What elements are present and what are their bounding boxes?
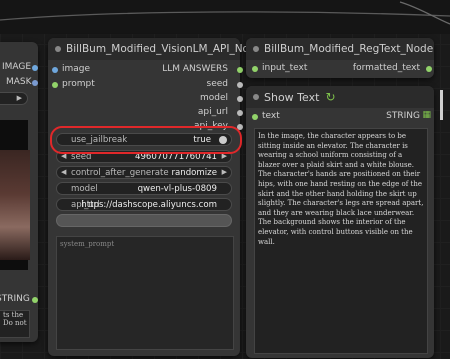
highlight-annotation <box>50 126 242 154</box>
output-label-model: model <box>199 93 228 103</box>
control-after-generate-select[interactable]: ◀ control_after_generate randomize ▶ <box>56 166 232 179</box>
input-label-image: image <box>62 64 91 74</box>
text-input-port[interactable] <box>252 114 258 120</box>
output-label-string: STRING <box>0 294 30 304</box>
left-text-snippet[interactable]: ts the Do not <box>0 310 30 338</box>
snippet-line: Do not <box>3 319 27 327</box>
regtext-node[interactable]: BillBum_Modified_RegText_Node input_text… <box>246 38 434 78</box>
string-output-port[interactable] <box>32 297 38 303</box>
snippet-line: ts the <box>3 311 24 319</box>
input-label-input-text: input_text <box>262 63 308 73</box>
show-text-output-area[interactable]: In the image, the character appears to b… <box>254 128 428 354</box>
image-input-port[interactable] <box>52 67 58 73</box>
show-text-content: In the image, the character appears to b… <box>258 132 424 246</box>
widget-value: randomize <box>171 167 217 178</box>
image-preview-content <box>0 150 30 260</box>
node-title-bar[interactable]: BillBum_Modified_RegText_Node <box>246 38 434 60</box>
image-output-port[interactable] <box>32 65 38 71</box>
grid-icon[interactable]: ▦ <box>422 110 431 120</box>
node-title-bar[interactable]: Show Text ↻ <box>246 86 434 108</box>
output-label-api-url: api_url <box>197 107 228 117</box>
input-label-prompt: prompt <box>62 79 95 89</box>
api-url-text-input[interactable]: api_url https://dashscope.aliyuncs.com <box>56 198 232 211</box>
node-collapse-dot[interactable] <box>55 46 61 52</box>
output-label-string: STRING <box>386 111 420 121</box>
node-title: BillBum_Modified_VisionLM_API_Node <box>66 43 263 55</box>
node-collapse-dot[interactable] <box>253 94 259 100</box>
left-arrow-icon[interactable]: ◀ <box>61 168 66 176</box>
output-label-image: IMAGE <box>2 62 32 72</box>
output-label-mask: MASK <box>6 77 32 87</box>
widget-value: https://dashscope.aliyuncs.com <box>81 199 217 210</box>
link-wire-top <box>0 1 450 25</box>
output-label-llm-answers: LLM ANSWERS <box>162 64 228 74</box>
api-key-password-input[interactable] <box>56 214 232 227</box>
mask-output-port[interactable] <box>32 80 38 86</box>
node-title: Show Text <box>264 90 320 104</box>
widget-label: control_after_generate <box>71 167 169 178</box>
node-collapse-dot[interactable] <box>253 46 259 52</box>
seed-output-port[interactable] <box>237 82 243 88</box>
vision-lm-api-node[interactable]: BillBum_Modified_VisionLM_API_Node image… <box>48 38 262 356</box>
left-node-selector[interactable]: ▶ <box>0 92 28 105</box>
show-text-node[interactable]: Show Text ↻ text STRING ▦ In the image, … <box>246 86 434 358</box>
output-label-seed: seed <box>206 79 228 89</box>
refresh-icon[interactable]: ↻ <box>325 90 335 104</box>
right-arrow-icon[interactable]: ▶ <box>222 168 227 176</box>
prompt-input-port[interactable] <box>52 82 58 88</box>
output-label-formatted-text: formatted_text <box>352 63 420 73</box>
system-prompt-textarea[interactable]: system_prompt <box>56 236 234 350</box>
formatted-text-output-port[interactable] <box>426 66 432 72</box>
left-load-image-node[interactable]: IMAGE MASK ▶ STRING ts the Do not <box>0 42 38 342</box>
model-output-port[interactable] <box>237 96 243 102</box>
widget-value: qwen-vl-plus-0809 <box>137 183 217 194</box>
system-prompt-placeholder: system_prompt <box>60 240 115 248</box>
image-preview <box>0 120 30 270</box>
node-title: BillBum_Modified_RegText_Node <box>264 43 434 55</box>
llm-answers-output-port[interactable] <box>237 67 243 73</box>
link-wire-right <box>440 90 443 120</box>
node-title-bar[interactable]: BillBum_Modified_VisionLM_API_Node <box>48 38 262 60</box>
widget-label: model <box>71 183 98 194</box>
right-arrow-icon[interactable]: ▶ <box>17 94 22 102</box>
input-text-port[interactable] <box>252 66 258 72</box>
input-label-text: text <box>262 111 280 121</box>
model-text-input[interactable]: model qwen-vl-plus-0809 <box>56 182 232 195</box>
api-url-output-port[interactable] <box>237 110 243 116</box>
